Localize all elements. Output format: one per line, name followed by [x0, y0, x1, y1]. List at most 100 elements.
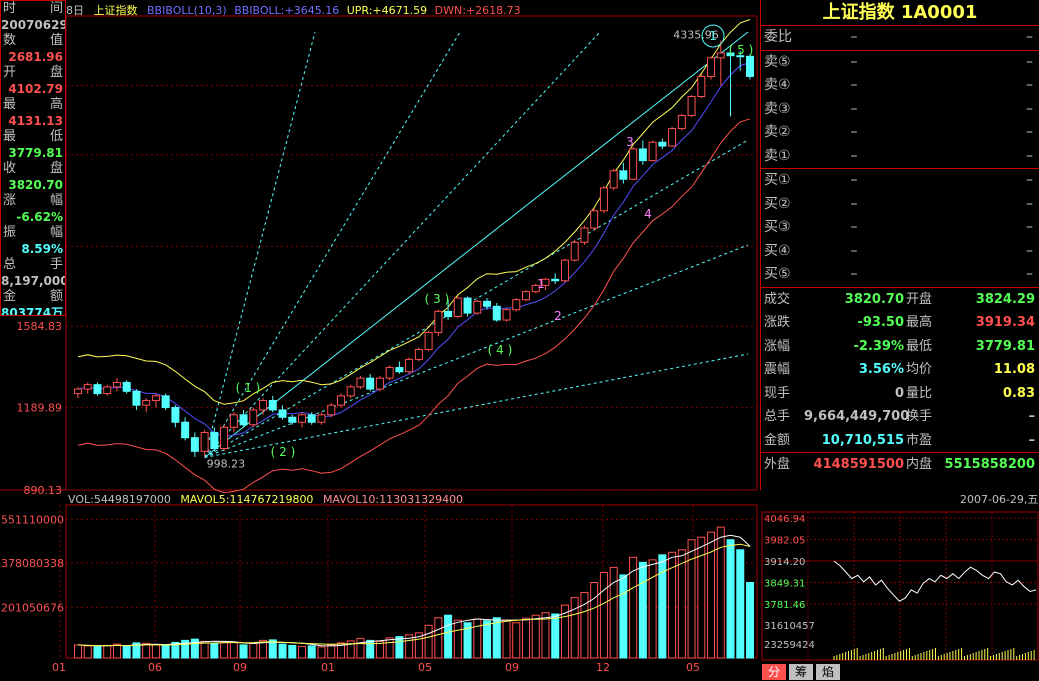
volume-bar: [356, 637, 365, 659]
upr-value: +4671.59: [372, 4, 428, 17]
left-panel-value: 8,197,000: [1, 274, 65, 288]
label-char: 振: [3, 225, 17, 240]
label-char: 最: [3, 129, 17, 144]
stat-value: 0: [894, 385, 904, 401]
stat-value: 3779.81: [975, 338, 1035, 354]
order-book-row: 买① – –: [761, 169, 1039, 193]
order-price: –: [850, 147, 858, 164]
volume-bar: [366, 639, 375, 659]
x-axis-label: 06: [148, 661, 162, 674]
order-volume: –: [1026, 147, 1033, 164]
candle-body: [278, 409, 287, 418]
volume-bar: [249, 642, 258, 659]
x-axis-label: 12: [596, 661, 610, 674]
candle-body: [414, 349, 423, 360]
stat-value: 0.83: [1002, 385, 1035, 401]
candle-body: [385, 367, 394, 379]
candle-body: [327, 404, 336, 416]
order-label: 卖④: [764, 77, 791, 93]
wave-label: 1: [709, 29, 717, 43]
candle-body: [132, 390, 141, 406]
volume-bar: [151, 644, 160, 659]
candle-body: [405, 358, 414, 373]
order-label: 卖③: [764, 100, 791, 117]
left-panel-value: 20070629: [1, 18, 65, 32]
volume-bar: [453, 619, 462, 659]
tab-fen[interactable]: 分: [762, 664, 786, 680]
stat-label: 量比: [906, 385, 933, 401]
candle-body: [268, 399, 277, 411]
order-price: –: [850, 266, 858, 282]
volume-bar: [74, 644, 82, 659]
candle-body: [551, 278, 560, 282]
stat-value: 3.56%: [858, 362, 904, 377]
order-label: 买⑤: [764, 266, 791, 282]
tab-yan[interactable]: 焰: [816, 664, 840, 680]
buy-order-book: 买① – – 买② – – 买③ – – 买④ – – 买⑤ – –: [761, 169, 1039, 287]
stat-label: 均价: [906, 362, 933, 377]
candle-body: [220, 426, 229, 450]
label-char: 金: [3, 289, 17, 304]
volume-bar: [677, 549, 686, 659]
left-panel-value: 4102.79: [8, 82, 63, 96]
left-panel-label: 收盘: [1, 161, 65, 177]
candle-body: [502, 309, 511, 321]
stat-value: 3820.70: [844, 291, 904, 307]
wave-label: 2: [554, 309, 562, 323]
volume-bar: [200, 640, 209, 659]
stat-value: 11.08: [993, 362, 1035, 377]
volume-bar: [483, 620, 492, 659]
order-book-row: 卖⑤ – –: [761, 51, 1039, 75]
volume-bar: [531, 614, 540, 659]
mini-price-label: 3849.31: [764, 579, 805, 590]
order-label: 卖②: [764, 124, 791, 140]
order-label: 买④: [764, 242, 791, 259]
volume-bar: [590, 582, 599, 659]
volume-bar: [307, 645, 316, 659]
candle-body: [668, 128, 677, 147]
candle-body: [658, 141, 667, 147]
order-volume: –: [1026, 124, 1033, 140]
volume-bar: [103, 644, 112, 659]
order-price: –: [850, 242, 858, 259]
candle-body: [424, 332, 433, 351]
wei-bi-row: 委比 – –: [761, 26, 1039, 50]
x-axis-label: 05: [418, 661, 432, 674]
volume-bar: [288, 644, 297, 659]
candle-body: [307, 414, 316, 423]
candle-body: [560, 259, 569, 282]
mavol10-value: 113031329400: [379, 493, 464, 506]
candle-body: [434, 310, 443, 334]
stat-label: 最低: [906, 338, 933, 354]
wave-label: ( 1 ): [236, 381, 261, 395]
candle-body: [171, 407, 180, 423]
volume-bar: [522, 617, 530, 659]
mini-price-label: 3781.46: [764, 600, 805, 611]
order-book-row: 买④ – –: [761, 240, 1039, 264]
volume-bar: [93, 646, 102, 659]
label-char: 数: [3, 33, 17, 48]
candle-body: [570, 241, 579, 261]
candle-body: [161, 395, 170, 409]
volume-bar: [619, 574, 628, 659]
stat-label: 涨跌: [764, 315, 791, 330]
period-label: 8日: [66, 4, 84, 17]
volume-bar: [687, 539, 696, 659]
wei-bi-value: –: [850, 29, 858, 45]
left-panel-label: 总手: [1, 257, 65, 273]
volume-bar: [658, 554, 667, 659]
tab-chou[interactable]: 筹: [789, 664, 813, 680]
low-value-label: 998.23: [207, 457, 246, 470]
left-panel-value: 3779.81: [8, 146, 63, 160]
stat-label: 市盈: [906, 432, 933, 448]
label-char: 间: [49, 1, 63, 16]
fan-line: [204, 244, 749, 458]
candle-body: [648, 141, 657, 162]
mini-price-label: 4046.94: [764, 514, 805, 525]
price-axis-label: 1189.89: [17, 402, 63, 415]
mavol5-value: 114767219800: [229, 493, 314, 506]
order-price: –: [850, 77, 858, 93]
order-volume: –: [1026, 195, 1033, 212]
quote-stat-row: 震幅 3.56% 均价 11.08: [761, 358, 1039, 382]
stat-label: 开盘: [906, 291, 933, 307]
